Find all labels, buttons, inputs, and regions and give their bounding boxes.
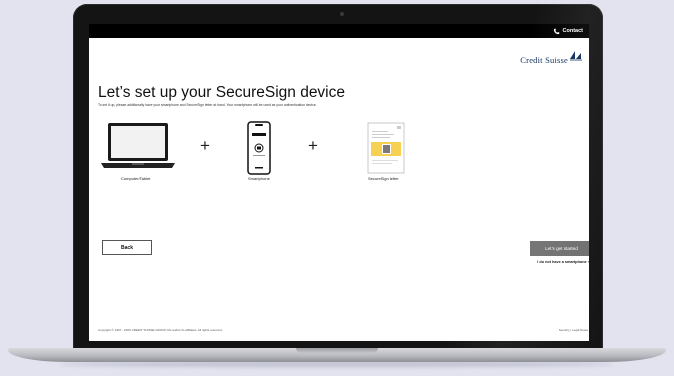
page-subtitle: To set it up, please additionally have y… [98, 103, 317, 107]
smartphone-icon [247, 121, 271, 175]
contact-label: Contact [562, 28, 583, 34]
plus-icon: + [200, 136, 210, 155]
page-title: Let’s set up your SecureSign device [98, 84, 346, 101]
copyright-text: Copyright © 1997 - 2020 CREDIT SUISSE GR… [98, 328, 223, 332]
chevron-right-icon: › [587, 260, 589, 264]
back-button[interactable]: Back [102, 240, 152, 255]
contact-link[interactable]: Contact [553, 26, 583, 36]
no-smartphone-label: I do not have a smartphone [537, 260, 587, 264]
letter-icon [367, 122, 405, 174]
laptop-icon [101, 123, 175, 168]
get-started-button[interactable]: Let’s get started [530, 241, 589, 256]
no-smartphone-link[interactable]: I do not have a smartphone › [537, 260, 589, 264]
phone-icon [553, 28, 559, 34]
top-bar: Contact [89, 24, 589, 38]
plus-icon: + [308, 136, 318, 155]
laptop-notch [296, 348, 378, 353]
device-label: SecureSign letter [368, 176, 399, 181]
device-label: Computer/Tablet [121, 176, 151, 181]
device-label: Smartphone [248, 176, 270, 181]
footer-links[interactable]: Security | Legal Notes [559, 328, 588, 332]
sails-icon [570, 51, 582, 61]
logo-text: Credit Suisse [520, 55, 568, 65]
credit-suisse-logo[interactable]: Credit Suisse [520, 49, 583, 65]
browser-screen: Contact Credit Suisse Let’s set up your … [89, 24, 589, 341]
webcam-icon [340, 12, 344, 16]
